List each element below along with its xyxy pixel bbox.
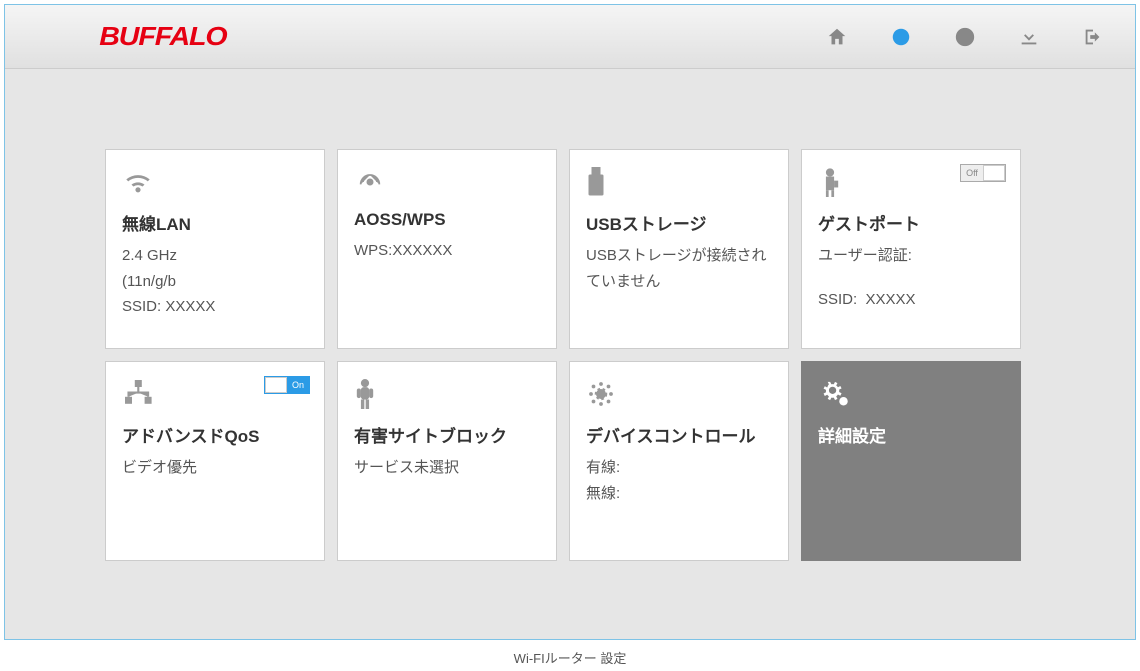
- wlan-mode: (11n/g/b: [122, 269, 308, 295]
- toggle-label: Off: [961, 168, 983, 178]
- tile-device-control[interactable]: デバイスコントロール 有線: 無線:: [569, 361, 789, 561]
- wlan-ssid: SSID: XXXXX: [122, 294, 308, 320]
- tile-title: アドバンスドQoS: [122, 422, 308, 447]
- wps-label: WPS:: [354, 242, 392, 259]
- buffalo-logo: BUFFALO: [99, 21, 226, 52]
- device-wireless: 無線:: [586, 481, 772, 507]
- download-icon[interactable]: [1017, 25, 1041, 49]
- usb-icon: [586, 164, 772, 200]
- tile-grid: 無線LAN 2.4 GHz (11n/g/b SSID: XXXXX AOSS/…: [105, 149, 1035, 561]
- guest-toggle[interactable]: Off: [960, 164, 1006, 182]
- tile-title: 有害サイトブロック: [354, 422, 540, 447]
- tile-title: デバイスコントロール: [586, 422, 772, 447]
- page-caption: Wi-FIルーター 設定: [4, 640, 1136, 667]
- tile-body: 2.4 GHz (11n/g/b SSID: XXXXX: [122, 243, 308, 320]
- nav-icons: [825, 25, 1105, 49]
- tile-site-block[interactable]: 有害サイトブロック サービス未選択: [337, 361, 557, 561]
- topbar: BUFFALO: [5, 5, 1135, 69]
- tile-advanced-settings[interactable]: 詳細設定: [801, 361, 1021, 561]
- home-icon[interactable]: [825, 25, 849, 49]
- toggle-label: On: [287, 380, 309, 390]
- tile-title: ゲストポート: [818, 210, 1004, 235]
- tile-qos[interactable]: On アドバンスドQoS ビデオ優先: [105, 361, 325, 561]
- tile-guest-port[interactable]: Off ゲストポート ユーザー認証: SSID: XXXXX: [801, 149, 1021, 349]
- wps-value: XXXXXX: [392, 242, 452, 259]
- guest-auth: ユーザー認証:: [818, 243, 1004, 269]
- wlan-band: 2.4 GHz: [122, 243, 308, 269]
- guest-ssid: SSID: XXXXX: [818, 287, 1004, 313]
- tile-wireless-lan[interactable]: 無線LAN 2.4 GHz (11n/g/b SSID: XXXXX: [105, 149, 325, 349]
- tile-body: ユーザー認証: SSID: XXXXX: [818, 243, 1004, 312]
- tile-usb-storage[interactable]: USBストレージ USBストレージが接続されていません: [569, 149, 789, 349]
- tile-aoss-wps[interactable]: AOSS/WPS WPS:XXXXXX: [337, 149, 557, 349]
- tile-body: ビデオ優先: [122, 455, 308, 481]
- info-icon[interactable]: [953, 25, 977, 49]
- tile-title: 詳細設定: [818, 422, 1004, 447]
- wifi-icon: [122, 164, 308, 200]
- tile-title: AOSS/WPS: [354, 210, 540, 230]
- gears-icon: [818, 376, 1004, 412]
- tile-title: 無線LAN: [122, 210, 308, 235]
- qos-toggle[interactable]: On: [264, 376, 310, 394]
- router-admin-frame: BUFFALO 無線L: [4, 4, 1136, 640]
- tile-body: 有線: 無線:: [586, 455, 772, 506]
- tile-body: USBストレージが接続されていません: [586, 243, 772, 294]
- tile-body: WPS:XXXXXX: [354, 238, 540, 264]
- aoss-icon: [354, 164, 540, 200]
- person-icon: [354, 376, 540, 412]
- tile-body: サービス未選択: [354, 455, 540, 481]
- device-wired: 有線:: [586, 455, 772, 481]
- status-icon[interactable]: [889, 25, 913, 49]
- device-icon: [586, 376, 772, 412]
- main-area: 無線LAN 2.4 GHz (11n/g/b SSID: XXXXX AOSS/…: [5, 69, 1135, 581]
- tile-title: USBストレージ: [586, 210, 772, 235]
- logout-icon[interactable]: [1081, 25, 1105, 49]
